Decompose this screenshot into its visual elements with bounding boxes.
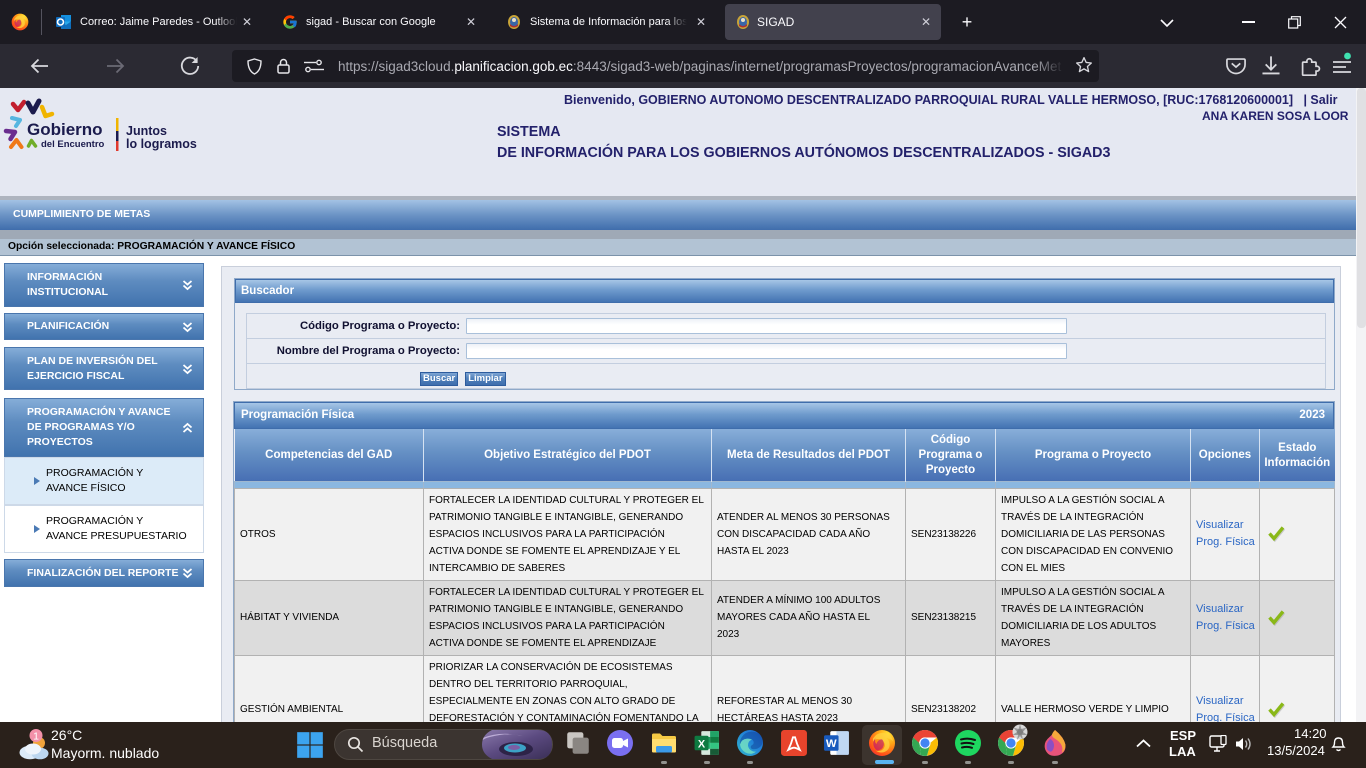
svg-text:lo logramos: lo logramos: [126, 137, 197, 151]
svg-text:X: X: [698, 738, 706, 750]
svg-text:Juntos: Juntos: [126, 124, 167, 138]
svg-text:W: W: [826, 738, 837, 750]
svg-text:Gobierno: Gobierno: [27, 120, 103, 139]
svg-text:del Encuentro: del Encuentro: [41, 139, 105, 150]
svg-text:1: 1: [33, 731, 39, 743]
